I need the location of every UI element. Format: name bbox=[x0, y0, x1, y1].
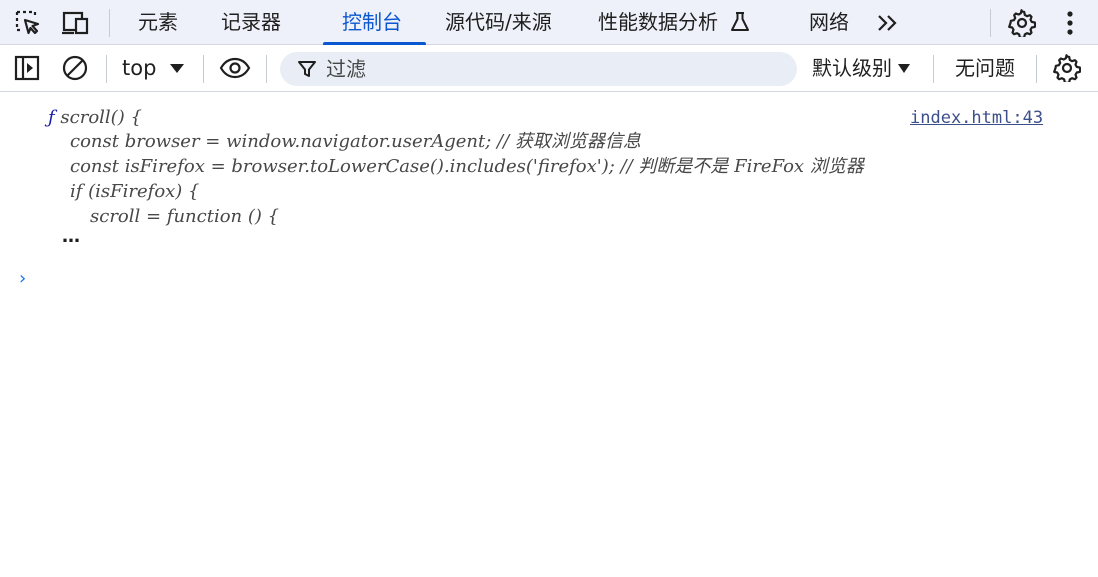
context-selector[interactable]: top bbox=[122, 45, 185, 92]
console-code-line: if (isFirefox) { bbox=[70, 181, 200, 202]
clear-console-icon[interactable] bbox=[60, 53, 90, 83]
tabbar-divider bbox=[990, 9, 991, 37]
console-message-line[interactable]: ƒ scroll() { bbox=[48, 106, 142, 130]
live-expression-eye-icon[interactable] bbox=[218, 53, 252, 83]
devtools-tab-bar: 元素 记录器 控制台 源代码/来源 性能数据分析 网络 bbox=[0, 0, 1098, 45]
log-level-value: 默认级别 bbox=[812, 56, 892, 80]
show-sidebar-icon[interactable] bbox=[12, 53, 42, 83]
caret-down-icon bbox=[170, 64, 185, 73]
toolbar-divider bbox=[203, 55, 204, 83]
issues-counter[interactable]: 无问题 bbox=[955, 45, 1015, 92]
inspect-element-icon[interactable] bbox=[13, 8, 43, 38]
more-tabs-icon[interactable] bbox=[873, 8, 903, 38]
source-location-link[interactable]: index.html:43 bbox=[910, 106, 1043, 130]
truncation-ellipsis[interactable]: … bbox=[62, 226, 80, 247]
console-code-line: const isFirefox = browser.toLowerCase().… bbox=[70, 156, 864, 177]
tab-network[interactable]: 网络 bbox=[809, 0, 849, 44]
toolbar-divider bbox=[266, 55, 267, 83]
filter-input[interactable]: 过滤 bbox=[280, 52, 797, 86]
toolbar-divider bbox=[1036, 55, 1037, 83]
tab-recorder[interactable]: 记录器 bbox=[221, 0, 281, 44]
toolbar-divider bbox=[106, 55, 107, 83]
settings-gear-icon[interactable] bbox=[1007, 8, 1037, 38]
filter-funnel-icon bbox=[297, 59, 317, 83]
tabbar-divider bbox=[109, 9, 110, 37]
console-toolbar: top 过滤 默认级别 无问题 bbox=[0, 45, 1098, 92]
context-selector-value: top bbox=[122, 56, 157, 80]
tab-console[interactable]: 控制台 bbox=[342, 0, 402, 44]
toolbar-divider bbox=[933, 55, 934, 83]
function-marker: ƒ bbox=[48, 107, 55, 128]
filter-placeholder: 过滤 bbox=[326, 57, 366, 81]
console-prompt-chevron-icon[interactable]: › bbox=[19, 268, 26, 289]
caret-down-icon bbox=[898, 64, 910, 73]
tab-elements[interactable]: 元素 bbox=[138, 0, 178, 44]
more-options-icon[interactable] bbox=[1055, 8, 1085, 38]
console-code-line: scroll = function () { bbox=[90, 206, 280, 227]
tab-performance[interactable]: 性能数据分析 bbox=[598, 0, 718, 44]
flask-icon bbox=[729, 11, 751, 37]
code-text: scroll() { bbox=[60, 107, 142, 128]
tab-sources[interactable]: 源代码/来源 bbox=[445, 0, 552, 44]
device-toolbar-icon[interactable] bbox=[60, 8, 90, 38]
log-level-selector[interactable]: 默认级别 bbox=[812, 45, 910, 92]
console-settings-gear-icon[interactable] bbox=[1052, 53, 1082, 83]
console-code-line: const browser = window.navigator.userAge… bbox=[70, 131, 641, 152]
tab-performance-label: 性能数据分析 bbox=[598, 10, 718, 34]
